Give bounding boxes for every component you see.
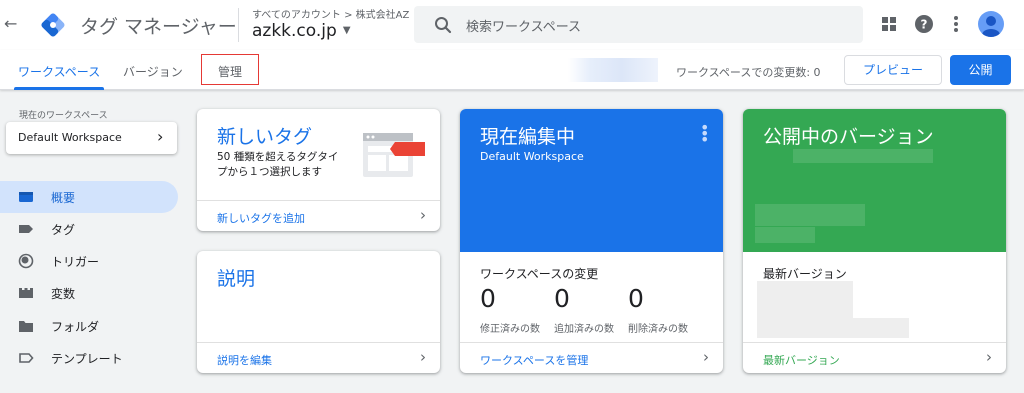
more-vert-icon[interactable]: • • • <box>700 120 709 148</box>
template-icon <box>19 353 34 363</box>
sidebar-item-variables[interactable]: 変数 <box>0 277 178 309</box>
preview-button[interactable]: プレビュー <box>844 55 942 85</box>
sidebar-item-folders[interactable]: フォルダ <box>0 310 178 342</box>
account-avatar[interactable] <box>978 11 1004 37</box>
chevron-right-icon: › <box>703 348 709 366</box>
account-breadcrumb[interactable]: すべてのアカウント > 株式会社AZ <box>252 6 409 21</box>
more-vert-icon[interactable] <box>945 13 967 35</box>
current-workspace-header: 現在編集中 Default Workspace • • • <box>460 109 723 252</box>
current-workspace-name: Default Workspace <box>480 150 584 163</box>
blurred-region <box>755 227 815 243</box>
manage-workspace-footer[interactable]: ワークスペースを管理 › <box>460 342 723 373</box>
sidebar-item-overview[interactable]: 概要 <box>0 181 178 213</box>
tab-workspace[interactable]: ワークスペース <box>18 63 100 80</box>
container-selector[interactable]: azkk.co.jp ▼ <box>252 21 351 41</box>
overview-icon <box>19 192 33 202</box>
app-title: タグ マネージャー <box>80 16 237 38</box>
header-divider <box>238 8 239 42</box>
blurred-region <box>793 149 933 163</box>
search-placeholder: 検索ワークスペース <box>466 20 582 35</box>
deleted-count: 0 <box>628 284 644 313</box>
person-icon <box>982 16 1000 37</box>
trigger-icon <box>18 253 34 269</box>
tab-versions[interactable]: バージョン <box>123 63 183 80</box>
manage-workspace-link[interactable]: ワークスペースを管理 <box>480 352 588 368</box>
container-name: azkk.co.jp <box>252 21 337 41</box>
new-tag-card[interactable]: 新しいタグ 50 種類を超えるタグタイプから１つ選択します 新しいタグを追加 › <box>197 109 440 231</box>
sidebar-item-label: タグ <box>51 223 76 237</box>
modified-count: 0 <box>480 284 496 313</box>
tag-icon <box>19 225 33 233</box>
chevron-right-icon: › <box>986 348 992 366</box>
sidebar-item-label: トリガー <box>51 255 100 269</box>
description-title: 説明 <box>217 268 256 290</box>
workspace-selector[interactable]: Default Workspace › <box>6 122 177 154</box>
sidebar-item-label: フォルダ <box>51 320 100 334</box>
published-version-card[interactable]: 公開中のバージョン 最新バージョン 最新バージョン › <box>743 109 1006 373</box>
added-label: 追加済みの数 <box>554 324 614 335</box>
latest-version-title: 最新バージョン <box>763 267 847 281</box>
new-tag-footer[interactable]: 新しいタグを追加 › <box>197 200 440 231</box>
sidebar-item-label: 変数 <box>51 287 76 301</box>
new-tag-illustration-icon <box>363 133 425 177</box>
new-tag-title: 新しいタグ <box>217 126 313 148</box>
published-version-header: 公開中のバージョン <box>743 109 1006 252</box>
svg-text:?: ? <box>921 18 928 32</box>
sidebar-item-templates[interactable]: テンプレート <box>0 342 178 374</box>
workspace-changes-count: ワークスペースでの変更数: 0 <box>676 66 821 79</box>
blurred-region <box>853 318 909 338</box>
workspace-changes-title: ワークスペースの変更 <box>480 267 599 281</box>
add-new-tag-link[interactable]: 新しいタグを追加 <box>217 210 305 226</box>
back-arrow-icon[interactable]: ← <box>4 14 20 34</box>
help-icon[interactable]: ? <box>913 13 935 35</box>
description-card[interactable]: 説明 説明を編集 › <box>197 251 440 373</box>
active-tab-indicator <box>14 87 104 90</box>
chevron-right-icon: › <box>157 127 164 146</box>
blurred-region <box>755 204 865 226</box>
latest-version-footer[interactable]: 最新バージョン › <box>743 342 1006 373</box>
blurred-region <box>568 58 658 82</box>
search-icon <box>435 17 452 34</box>
publish-button[interactable]: 公開 <box>950 55 1011 85</box>
current-workspace-label: 現在のワークスペース <box>19 111 108 121</box>
workspace-name: Default Workspace <box>18 131 122 144</box>
deleted-label: 削除済みの数 <box>628 324 688 335</box>
tabs-bar: ワークスペース バージョン 管理 ワークスペースでの変更数: 0 プレビュー 公… <box>0 50 1024 90</box>
apps-grid-icon[interactable] <box>878 13 900 35</box>
search-input[interactable]: 検索ワークスペース <box>414 6 863 43</box>
top-app-bar: ← タグ マネージャー すべてのアカウント > 株式会社AZ azkk.co.j… <box>0 0 1024 50</box>
tab-admin[interactable]: 管理 <box>218 63 242 80</box>
sidebar-item-tags[interactable]: タグ <box>0 213 178 245</box>
current-workspace-title: 現在編集中 <box>480 126 576 148</box>
new-tag-description: 50 種類を超えるタグタイプから１つ選択します <box>217 151 339 178</box>
folder-icon <box>19 321 33 332</box>
edit-description-link[interactable]: 説明を編集 <box>217 352 272 368</box>
added-count: 0 <box>554 284 570 313</box>
variable-icon <box>19 288 33 298</box>
chevron-right-icon: › <box>420 206 426 224</box>
dropdown-caret-icon: ▼ <box>342 25 351 36</box>
sidebar-item-label: 概要 <box>51 191 76 205</box>
modified-label: 修正済みの数 <box>480 324 540 335</box>
blurred-region <box>757 281 853 338</box>
published-version-title: 公開中のバージョン <box>763 126 934 148</box>
sidebar-item-triggers[interactable]: トリガー <box>0 245 178 277</box>
description-footer[interactable]: 説明を編集 › <box>197 342 440 373</box>
chevron-right-icon: › <box>420 348 426 366</box>
sidebar-item-label: テンプレート <box>51 352 123 366</box>
current-workspace-card[interactable]: 現在編集中 Default Workspace • • • ワークスペースの変更 0… <box>460 109 723 373</box>
tag-manager-logo-icon <box>41 13 65 37</box>
latest-version-link[interactable]: 最新バージョン <box>763 352 840 368</box>
